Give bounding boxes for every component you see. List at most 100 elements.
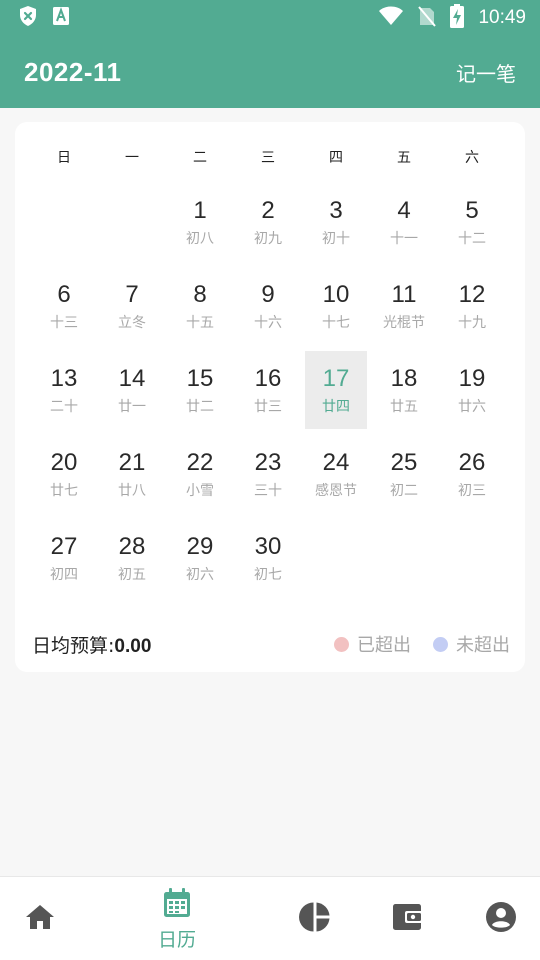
bottom-nav: 日历 [0,876,540,960]
calendar-day-3[interactable]: 3 初十 [305,183,367,261]
calendar-day-5[interactable]: 5 十二 [441,183,503,261]
calendar-day-21[interactable]: 21 廿八 [101,435,163,513]
calendar-day-24[interactable]: 24 感恩节 [305,435,367,513]
day-number: 13 [50,364,78,392]
day-number: 14 [118,364,146,392]
weekday-label: 五 [397,150,411,166]
day-number: 5 [465,196,479,224]
day-lunar-label: 廿一 [118,398,146,415]
legend: 已超出 未超出 [334,631,510,657]
calendar-day-14[interactable]: 14 廿一 [101,351,163,429]
legend-not-exceeded: 未超出 [433,631,510,657]
day-lunar-label: 初六 [186,566,214,583]
calendar-day-28[interactable]: 28 初五 [101,519,163,597]
add-record-button[interactable]: 记一笔 [456,58,516,87]
day-lunar-label: 廿二 [186,398,214,415]
text-a-icon [52,6,70,30]
day-lunar-label: 初三 [458,482,486,499]
day-number: 6 [57,280,71,308]
budget-label: 日均预算: [32,634,115,657]
day-lunar-label: 廿八 [118,482,146,499]
day-number: 3 [329,196,343,224]
day-number: 1 [193,196,207,224]
calendar-day-2[interactable]: 2 初九 [237,183,299,261]
day-number: 7 [125,280,139,308]
calendar-day-11[interactable]: 11 光棍节 [373,267,435,345]
battery-charging-icon [450,4,465,32]
day-number: 11 [391,280,417,308]
daily-budget: 日均预算:0.00 [32,631,151,658]
calendar-day-18[interactable]: 18 廿五 [373,351,435,429]
calendar-day-17[interactable]: 17 廿四 [305,351,367,429]
day-number: 10 [322,280,350,308]
calendar-day-12[interactable]: 12 十九 [441,267,503,345]
nav-calendar-label: 日历 [157,928,196,951]
month-title[interactable]: 2022-11 [24,57,121,88]
day-lunar-label: 初五 [118,566,146,583]
nav-statistics[interactable] [275,877,355,960]
day-number: 25 [390,448,418,476]
budget-value: 0.00 [114,635,152,657]
day-lunar-label: 初八 [186,230,214,247]
calendar-day-9[interactable]: 9 十六 [237,267,299,345]
calendar-day-15[interactable]: 15 廿二 [169,351,231,429]
day-number: 17 [322,364,350,392]
legend-dot-not-exceeded [433,636,448,652]
calendar-day-8[interactable]: 8 十五 [169,267,231,345]
calendar-day-30[interactable]: 30 初七 [237,519,299,597]
day-lunar-label: 初九 [254,230,282,247]
day-number: 22 [186,448,214,476]
calendar-blank-cell [30,180,98,264]
day-lunar-label: 二十 [50,398,78,415]
calendar-day-25[interactable]: 25 初二 [373,435,435,513]
day-lunar-label: 光棍节 [383,314,425,331]
budget-summary: 日均预算:0.00 已超出 未超出 [32,626,510,662]
wifi-icon [378,6,404,30]
status-time: 10:49 [478,7,526,28]
day-lunar-label: 十二 [458,230,486,247]
day-lunar-label: 立冬 [118,314,146,331]
legend-label: 未超出 [456,635,510,656]
calendar-day-1[interactable]: 1 初八 [169,183,231,261]
day-lunar-label: 廿四 [322,398,350,415]
day-number: 24 [322,448,350,476]
calendar-day-26[interactable]: 26 初三 [441,435,503,513]
calendar-day-13[interactable]: 13 二十 [33,351,95,429]
calendar-day-23[interactable]: 23 三十 [237,435,299,513]
calendar-day-22[interactable]: 22 小雪 [169,435,231,513]
day-lunar-label: 十九 [458,314,486,331]
nav-home[interactable] [0,877,80,960]
weekday-label: 二 [193,150,207,166]
calendar-grid: 1 初八 2 初九 3 初十 4 十一 5 十二 6 十三 7 立冬 8 十五 9 十六 10 十七 11 光棍节 12 十九… [30,180,506,600]
calendar-day-7[interactable]: 7 立冬 [101,267,163,345]
calendar-day-4[interactable]: 4 十一 [373,183,435,261]
calendar-day-16[interactable]: 16 廿三 [237,351,299,429]
nav-calendar[interactable]: 日历 [137,877,217,960]
calendar-day-27[interactable]: 27 初四 [33,519,95,597]
calendar-day-10[interactable]: 10 十七 [305,267,367,345]
weekday-label: 三 [261,150,275,166]
day-number: 21 [118,448,146,476]
day-number: 9 [261,280,275,308]
day-number: 28 [118,532,146,560]
day-lunar-label: 初十 [322,230,350,247]
day-lunar-label: 三十 [254,482,282,499]
calendar-day-29[interactable]: 29 初六 [169,519,231,597]
status-bar: 10:49 [0,0,540,36]
calendar-day-6[interactable]: 6 十三 [33,267,95,345]
day-lunar-label: 十七 [322,314,350,331]
day-number: 18 [390,364,418,392]
nav-wallet[interactable] [368,877,448,960]
day-lunar-label: 初二 [390,482,418,499]
day-number: 23 [254,448,282,476]
calendar-day-19[interactable]: 19 廿六 [441,351,503,429]
day-number: 20 [50,448,78,476]
day-number: 30 [254,532,282,560]
no-sim-icon [418,5,437,31]
calendar-day-20[interactable]: 20 廿七 [33,435,95,513]
nav-profile[interactable] [461,877,540,960]
calendar-icon [162,887,192,923]
day-number: 29 [186,532,214,560]
day-number: 8 [193,280,207,308]
home-icon [24,903,56,935]
